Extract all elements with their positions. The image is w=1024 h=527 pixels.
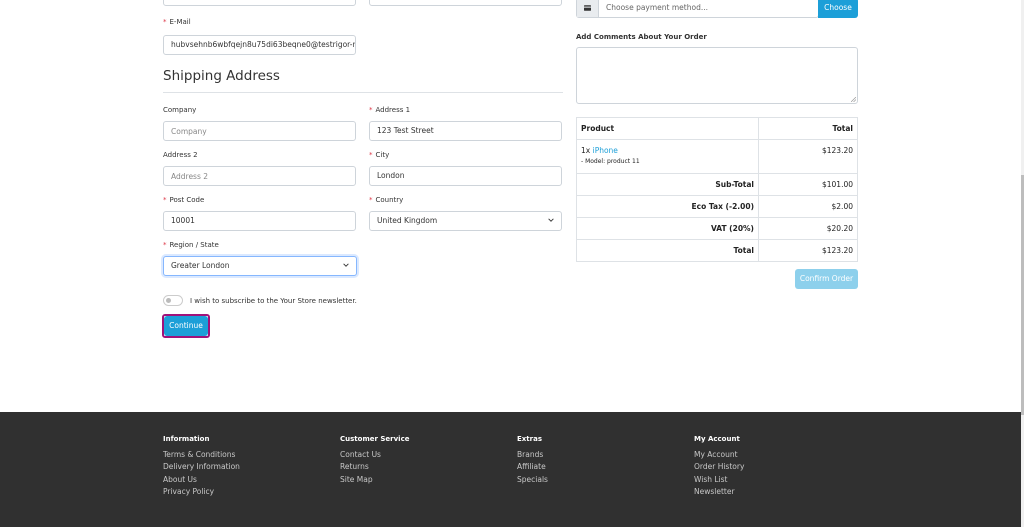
email-field[interactable]: hubvsehnb6wbfqejn8u75di63beqne0@testrigo… bbox=[163, 35, 356, 55]
footer-link-specials[interactable]: Specials bbox=[517, 475, 548, 484]
footer-link-my-account[interactable]: My Account bbox=[694, 450, 738, 459]
payment-method-field[interactable]: Choose payment method... bbox=[576, 0, 819, 18]
choose-payment-button[interactable]: Choose bbox=[818, 0, 858, 18]
postcode-input[interactable]: 10001 bbox=[163, 211, 356, 231]
footer-link-contact[interactable]: Contact Us bbox=[340, 450, 381, 459]
city-label: * City bbox=[369, 151, 390, 159]
footer-title-customer-service: Customer Service bbox=[340, 435, 410, 443]
address2-label: Address 2 bbox=[163, 151, 198, 159]
footer-link-terms[interactable]: Terms & Conditions bbox=[163, 450, 235, 459]
company-input[interactable] bbox=[163, 121, 356, 141]
company-label: Company bbox=[163, 106, 197, 114]
postcode-label: * Post Code bbox=[163, 196, 205, 204]
footer-title-extras: Extras bbox=[517, 435, 542, 443]
newsletter-toggle[interactable] bbox=[163, 295, 183, 306]
address1-label: * Address 1 bbox=[369, 106, 411, 114]
country-select[interactable]: United Kingdom bbox=[369, 211, 562, 231]
resize-handle-icon bbox=[851, 97, 856, 102]
total-row: Total $123.20 bbox=[576, 239, 858, 262]
site-footer: Information Terms & Conditions Delivery … bbox=[0, 412, 1024, 527]
chevron-down-icon bbox=[343, 263, 349, 267]
lastname-field-partial[interactable] bbox=[369, 0, 562, 6]
column-header-total: Total bbox=[758, 117, 858, 140]
item-quantity: 1x bbox=[581, 146, 591, 155]
ecotax-value: $2.00 bbox=[758, 195, 858, 218]
comments-label: Add Comments About Your Order bbox=[576, 33, 707, 41]
footer-link-privacy[interactable]: Privacy Policy bbox=[163, 487, 214, 496]
subtotal-row: Sub-Total $101.00 bbox=[576, 173, 858, 196]
subtotal-value: $101.00 bbox=[758, 173, 858, 196]
item-model: - Model: product 11 bbox=[581, 158, 640, 165]
payment-method-placeholder: Choose payment method... bbox=[606, 3, 708, 12]
email-label: * E-Mail bbox=[163, 18, 191, 26]
toggle-knob bbox=[166, 298, 171, 303]
total-value: $123.20 bbox=[758, 239, 858, 262]
footer-link-brands[interactable]: Brands bbox=[517, 450, 543, 459]
region-select-value: Greater London bbox=[171, 261, 230, 270]
order-table-header: Product Total bbox=[576, 117, 858, 140]
footer-link-about[interactable]: About Us bbox=[163, 475, 197, 484]
total-label: Total bbox=[576, 239, 759, 262]
comments-textarea[interactable] bbox=[576, 47, 858, 104]
footer-title-information: Information bbox=[163, 435, 210, 443]
column-header-product: Product bbox=[576, 117, 759, 140]
order-item-row: 1x iPhone - Model: product 11 $123.20 bbox=[576, 139, 858, 174]
continue-button[interactable]: Continue bbox=[164, 316, 208, 336]
payment-card-icon-box bbox=[577, 0, 599, 17]
footer-link-wish-list[interactable]: Wish List bbox=[694, 475, 728, 484]
order-item-total: $123.20 bbox=[758, 139, 858, 174]
order-item-product: 1x iPhone - Model: product 11 bbox=[576, 139, 759, 174]
city-input[interactable]: London bbox=[369, 166, 562, 186]
shipping-address-heading: Shipping Address bbox=[163, 68, 280, 84]
footer-link-affiliate[interactable]: Affiliate bbox=[517, 462, 546, 471]
chevron-down-icon bbox=[548, 218, 554, 222]
vat-label: VAT (20%) bbox=[576, 217, 759, 240]
ecotax-row: Eco Tax (-2.00) $2.00 bbox=[576, 195, 858, 218]
item-name-link[interactable]: iPhone bbox=[593, 146, 618, 155]
heading-divider bbox=[163, 92, 563, 93]
country-label: * Country bbox=[369, 196, 404, 204]
confirm-order-button[interactable]: Confirm Order bbox=[795, 269, 858, 289]
credit-card-icon bbox=[584, 5, 591, 11]
vat-row: VAT (20%) $20.20 bbox=[576, 217, 858, 240]
footer-link-delivery[interactable]: Delivery Information bbox=[163, 462, 240, 471]
country-select-value: United Kingdom bbox=[377, 216, 438, 225]
footer-link-returns[interactable]: Returns bbox=[340, 462, 369, 471]
firstname-field-partial[interactable] bbox=[163, 0, 356, 6]
subtotal-label: Sub-Total bbox=[576, 173, 759, 196]
region-select[interactable]: Greater London bbox=[163, 256, 357, 276]
region-label: * Region / State bbox=[163, 241, 219, 249]
address1-input[interactable]: 123 Test Street bbox=[369, 121, 562, 141]
address2-input[interactable] bbox=[163, 166, 356, 186]
footer-title-my-account: My Account bbox=[694, 435, 740, 443]
vat-value: $20.20 bbox=[758, 217, 858, 240]
footer-link-newsletter[interactable]: Newsletter bbox=[694, 487, 735, 496]
footer-link-order-history[interactable]: Order History bbox=[694, 462, 744, 471]
newsletter-label: I wish to subscribe to the Your Store ne… bbox=[190, 297, 357, 305]
order-summary-table: Product Total 1x iPhone - Model: product… bbox=[576, 117, 858, 262]
ecotax-label: Eco Tax (-2.00) bbox=[576, 195, 759, 218]
footer-link-sitemap[interactable]: Site Map bbox=[340, 475, 373, 484]
